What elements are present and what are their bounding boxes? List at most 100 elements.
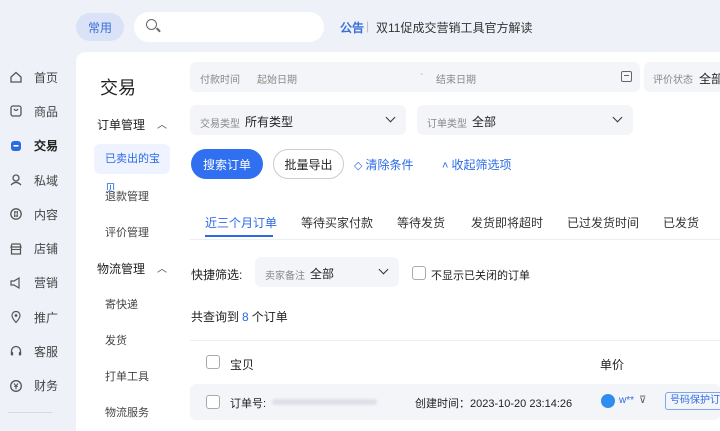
tabs-divider [190, 239, 720, 240]
order-id-redacted [272, 399, 377, 405]
subnav-item-print[interactable]: 打单工具 [105, 368, 149, 384]
notice-link[interactable]: 双11促成交营销工具官方解读 [376, 19, 532, 36]
chevron-down-icon [378, 264, 389, 275]
order-tabs: 近三个月订单 等待买家付款 等待发货 发货即将超时 已过发货时间 已发货 [178, 207, 720, 239]
created-time: 创建时间：2023-10-20 23:14:26 [415, 398, 573, 410]
tab-awaiting-shipment[interactable]: 等待发货 [397, 214, 445, 231]
nav-label: 店铺 [34, 242, 59, 257]
group-label: 订单管理 [97, 118, 146, 132]
service-icon [9, 345, 23, 359]
sub-nav-panel: 交易 订单管理 ︿ 已卖出的宝贝 退款管理 评价管理 物流管理 ︿ 寄快递 发货… [76, 52, 178, 431]
content-icon [9, 207, 23, 221]
order-type-value: 全部 [472, 115, 497, 129]
nav-item-promotion[interactable]: 推广 [0, 300, 76, 334]
nav-item-content[interactable]: 内容 [0, 197, 76, 231]
calendar-icon[interactable] [621, 71, 632, 82]
seller-remark-select[interactable]: 卖家备注 全部 [255, 257, 399, 287]
chevron-down-icon [612, 112, 623, 123]
buyer-name[interactable]: w** [619, 395, 634, 406]
subnav-item-refund[interactable]: 退款管理 [105, 188, 149, 204]
search-input[interactable] [134, 12, 324, 42]
nav-item-store[interactable]: 店铺 [0, 231, 76, 265]
common-button[interactable]: 常用 [76, 13, 124, 41]
table-row[interactable]: 订单号: 创建时间：2023-10-20 23:14:26 w** ⊽ 号码保护… [190, 384, 720, 420]
private-domain-icon [9, 173, 23, 187]
nav-label: 推广 [34, 310, 59, 325]
nav-label: 首页 [34, 70, 59, 85]
subnav-item-express[interactable]: 寄快递 [105, 296, 138, 312]
col-price-header: 单价 [600, 358, 625, 372]
main-nav: 首页 商品 交易 私域 内容 店铺 营销 推广 客服 财务 [0, 60, 76, 403]
trade-type-select[interactable]: 交易类型 所有类型 [190, 105, 406, 135]
trade-type-value: 所有类型 [245, 115, 294, 129]
subnav-group-order[interactable]: 订单管理 ︿ [97, 116, 167, 133]
status-badge: 号码保护订单 [665, 392, 720, 410]
nav-item-trade[interactable]: 交易 [0, 129, 76, 163]
nav-item-home[interactable]: 首页 [0, 60, 76, 94]
subnav-group-logistics[interactable]: 物流管理 ︿ [97, 260, 167, 277]
home-icon [9, 70, 23, 84]
tab-awaiting-payment[interactable]: 等待买家付款 [301, 214, 373, 231]
quick-filter-label: 快捷筛选: [191, 268, 243, 282]
col-item-header: 宝贝 [230, 358, 255, 372]
order-id-label: 订单号: [230, 398, 267, 410]
nav-label: 客服 [34, 345, 59, 360]
eraser-icon: ◇ [354, 160, 363, 172]
clear-conditions-link[interactable]: ◇ 清除条件 [354, 156, 413, 173]
count-number: 8 [242, 310, 249, 324]
subnav-item-sold[interactable]: 已卖出的宝贝 [94, 144, 170, 195]
select-all-checkbox[interactable] [206, 355, 220, 369]
trade-icon [9, 139, 23, 153]
pay-time-range[interactable]: 付款时间 起始日期 - 结束日期 [190, 62, 640, 92]
end-date-input[interactable]: 结束日期 [436, 71, 476, 86]
date-dash: - [420, 69, 424, 80]
chevron-up-icon: ˄ [442, 160, 449, 172]
nav-label: 私域 [34, 173, 59, 188]
main-panel: 付款时间 起始日期 - 结束日期 评价状态 全部 交易类型 所有类型 订单类型 … [178, 52, 720, 431]
seller-remark-label: 卖家备注 [265, 271, 305, 282]
goods-icon [9, 104, 23, 118]
row-checkbox[interactable] [206, 395, 220, 409]
chevron-up-icon: ︿ [157, 264, 167, 275]
nav-label: 商品 [34, 104, 59, 119]
search-icon [146, 19, 157, 30]
nav-item-marketing[interactable]: 营销 [0, 266, 76, 300]
seller-remark-value: 全部 [310, 267, 335, 281]
chat-icon[interactable] [601, 394, 615, 408]
promotion-icon [9, 310, 23, 324]
nav-item-service[interactable]: 客服 [0, 334, 76, 368]
trade-type-label: 交易类型 [200, 119, 240, 130]
pay-time-label: 付款时间 [200, 75, 240, 86]
order-type-select[interactable]: 订单类型 全部 [417, 105, 633, 135]
nav-label: 财务 [34, 379, 59, 394]
tab-shipment-timeout-soon[interactable]: 发货即将超时 [471, 214, 543, 231]
start-date-input[interactable]: 起始日期 [257, 71, 297, 86]
clear-label: 清除条件 [365, 158, 414, 172]
tab-recent-3-months[interactable]: 近三个月订单 [205, 214, 277, 231]
rating-status-value: 全部 [699, 72, 720, 86]
subnav-item-review[interactable]: 评价管理 [105, 224, 149, 240]
order-type-label: 订单类型 [427, 119, 467, 130]
batch-export-button[interactable]: 批量导出 [273, 149, 344, 179]
notice-tag[interactable]: 公告 [340, 19, 364, 36]
nav-item-goods[interactable]: 商品 [0, 94, 76, 128]
tab-past-shipment-time[interactable]: 已过发货时间 [567, 214, 639, 231]
filter-icon[interactable]: ⊽ [639, 395, 646, 406]
subnav-item-logistics-service[interactable]: 物流服务 [105, 404, 149, 420]
nav-label: 营销 [34, 276, 59, 291]
nav-label: 交易 [34, 139, 59, 154]
tab-shipped[interactable]: 已发货 [663, 214, 699, 231]
nav-item-private[interactable]: 私域 [0, 163, 76, 197]
search-orders-button[interactable]: 搜索订单 [191, 149, 263, 179]
marketing-icon [9, 276, 23, 290]
rating-status-select[interactable]: 评价状态 全部 [644, 62, 720, 92]
top-bar: 常用 公告 | 双11促成交营销工具官方解读 [0, 0, 720, 52]
hide-closed-checkbox[interactable] [412, 266, 426, 280]
rating-status-label: 评价状态 [653, 75, 693, 86]
active-tab-indicator [205, 235, 273, 237]
subnav-item-ship[interactable]: 发货 [105, 332, 127, 348]
nav-item-finance[interactable]: 财务 [0, 369, 76, 403]
group-label: 物流管理 [97, 262, 146, 276]
collapse-filters-link[interactable]: ˄ 收起筛选项 [442, 156, 511, 173]
nav-label: 内容 [34, 207, 59, 222]
